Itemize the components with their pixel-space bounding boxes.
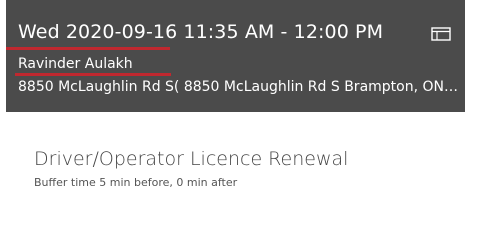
buffer-time-text: Buffer time 5 min before, 0 min after bbox=[34, 176, 238, 189]
service-name: Driver/Operator Licence Renewal bbox=[34, 148, 349, 170]
panel-expand-icon[interactable] bbox=[431, 26, 451, 41]
appointment-header: Wed 2020-09-16 11:35 AM - 12:00 PM Ravin… bbox=[6, 0, 465, 112]
customer-name-highlight-underline bbox=[15, 73, 171, 76]
appointment-address: 8850 McLaughlin Rd S( 8850 McLaughlin Rd… bbox=[18, 79, 460, 95]
service-details: Driver/Operator Licence Renewal Buffer t… bbox=[34, 148, 348, 189]
datetime-highlight-underline bbox=[6, 47, 170, 50]
customer-name: Ravinder Aulakh bbox=[18, 56, 133, 72]
appointment-datetime: Wed 2020-09-16 11:35 AM - 12:00 PM bbox=[18, 21, 384, 43]
